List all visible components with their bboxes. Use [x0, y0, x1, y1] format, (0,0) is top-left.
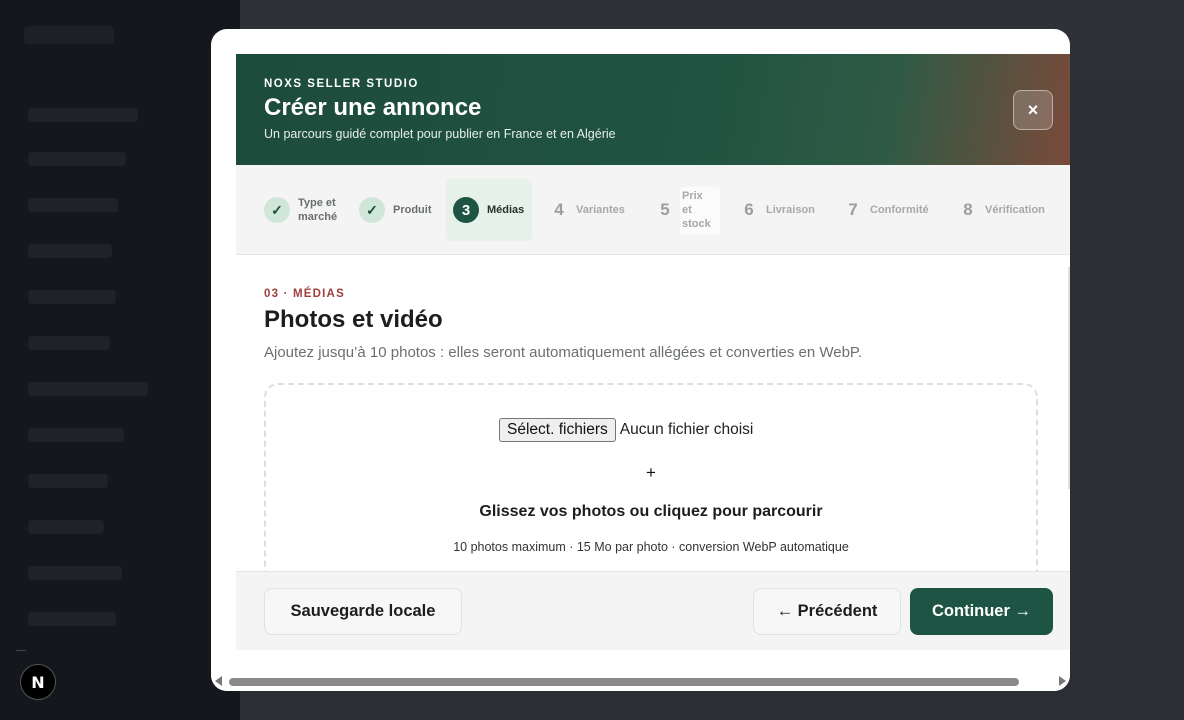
step-livraison[interactable]: 6 Livraison: [740, 165, 815, 255]
continue-button[interactable]: Continuer →: [910, 588, 1053, 635]
section-kicker: 03 · MÉDIAS: [264, 288, 345, 300]
create-listing-modal: NOXS SELLER STUDIO Créer une annonce Un …: [211, 29, 1070, 691]
sidebar-item: [28, 244, 112, 258]
modal-eyebrow: NOXS SELLER STUDIO: [264, 78, 419, 90]
step-number: 7: [848, 200, 858, 219]
select-files-button[interactable]: Sélect. fichiers: [499, 418, 616, 442]
sidebar-item: [28, 336, 110, 350]
sidebar-item: [28, 382, 148, 396]
dropzone-title: Glissez vos photos ou cliquez pour parco…: [479, 503, 823, 520]
file-status: Aucun fichier choisi: [619, 421, 754, 438]
step-type-marche[interactable]: ✓ Type et marché: [264, 165, 337, 255]
modal-subtitle: Un parcours guidé complet pour publier e…: [264, 127, 616, 141]
sidebar-item: [28, 428, 124, 442]
sidebar-item: [28, 152, 126, 166]
step-label: Médias: [487, 204, 525, 216]
step-number: 4: [554, 200, 564, 219]
modal-title: Créer une annonce: [264, 94, 482, 121]
close-button[interactable]: ×: [1013, 90, 1053, 130]
section-title: Photos et vidéo: [264, 306, 443, 333]
modal-body: NOXS SELLER STUDIO Créer une annonce Un …: [236, 54, 1070, 650]
check-icon: ✓: [359, 197, 385, 223]
horizontal-scrollbar[interactable]: [211, 670, 1070, 691]
sidebar-item: [28, 474, 108, 488]
step-label: Livraison: [766, 204, 815, 216]
file-input[interactable]: Sélect. fichiers Aucun fichier choisi: [499, 418, 753, 442]
modal-footer: Sauvegarde locale ← Précédent Continuer …: [236, 571, 1070, 650]
step-number: 5: [660, 200, 670, 219]
save-local-button[interactable]: Sauvegarde locale: [264, 588, 462, 635]
dev-tools-badge[interactable]: N: [20, 664, 56, 700]
content-scrollbar[interactable]: [1068, 267, 1070, 489]
app-logo: [24, 26, 114, 44]
section-description: Ajoutez jusqu’à 10 photos : elles seront…: [264, 344, 863, 361]
step-conformite[interactable]: 7 Conformité: [844, 165, 929, 255]
step-medias[interactable]: 3 Médias: [453, 165, 524, 255]
step-label: Conformité: [870, 204, 929, 216]
modal-header: NOXS SELLER STUDIO Créer une annonce Un …: [236, 54, 1070, 165]
step-content: 03 · MÉDIAS Photos et vidéo Ajoutez jusq…: [236, 255, 1070, 571]
scroll-right-icon[interactable]: [1059, 676, 1066, 686]
step-number: 3: [453, 197, 479, 223]
photo-dropzone[interactable]: Sélect. fichiers Aucun fichier choisi + …: [264, 383, 1038, 571]
previous-button[interactable]: ← Précédent: [753, 588, 901, 635]
sidebar-divider: [16, 650, 26, 651]
sidebar-item: [28, 520, 104, 534]
step-variantes[interactable]: 4 Variantes: [550, 165, 625, 255]
step-label: Vérification: [985, 204, 1045, 216]
sidebar-item: [28, 290, 116, 304]
check-icon: ✓: [264, 197, 290, 223]
step-label: Prix et stock: [682, 190, 711, 230]
step-label: Type et marché: [298, 197, 338, 223]
sidebar-item: [28, 108, 138, 122]
plus-icon: +: [646, 463, 656, 482]
step-label: Variantes: [576, 204, 625, 216]
sidebar-item: [28, 612, 116, 626]
scroll-left-icon[interactable]: [215, 676, 222, 686]
step-number: 8: [963, 200, 973, 219]
wizard-stepper: ✓ Type et marché ✓ Produit 3 Médias 4 Va…: [236, 165, 1070, 255]
dropzone-hint: 10 photos maximum · 15 Mo par photo · co…: [453, 540, 849, 554]
step-label: Produit: [393, 204, 432, 216]
step-verification[interactable]: 8 Vérification: [959, 165, 1045, 255]
close-icon: ×: [1027, 99, 1039, 120]
step-prix-stock[interactable]: 5 Prix et stock: [656, 165, 711, 255]
step-number: 6: [744, 200, 754, 219]
sidebar-item: [28, 198, 118, 212]
scrollbar-thumb[interactable]: [229, 678, 1019, 686]
sidebar-item: [28, 566, 122, 580]
step-produit[interactable]: ✓ Produit: [359, 165, 432, 255]
